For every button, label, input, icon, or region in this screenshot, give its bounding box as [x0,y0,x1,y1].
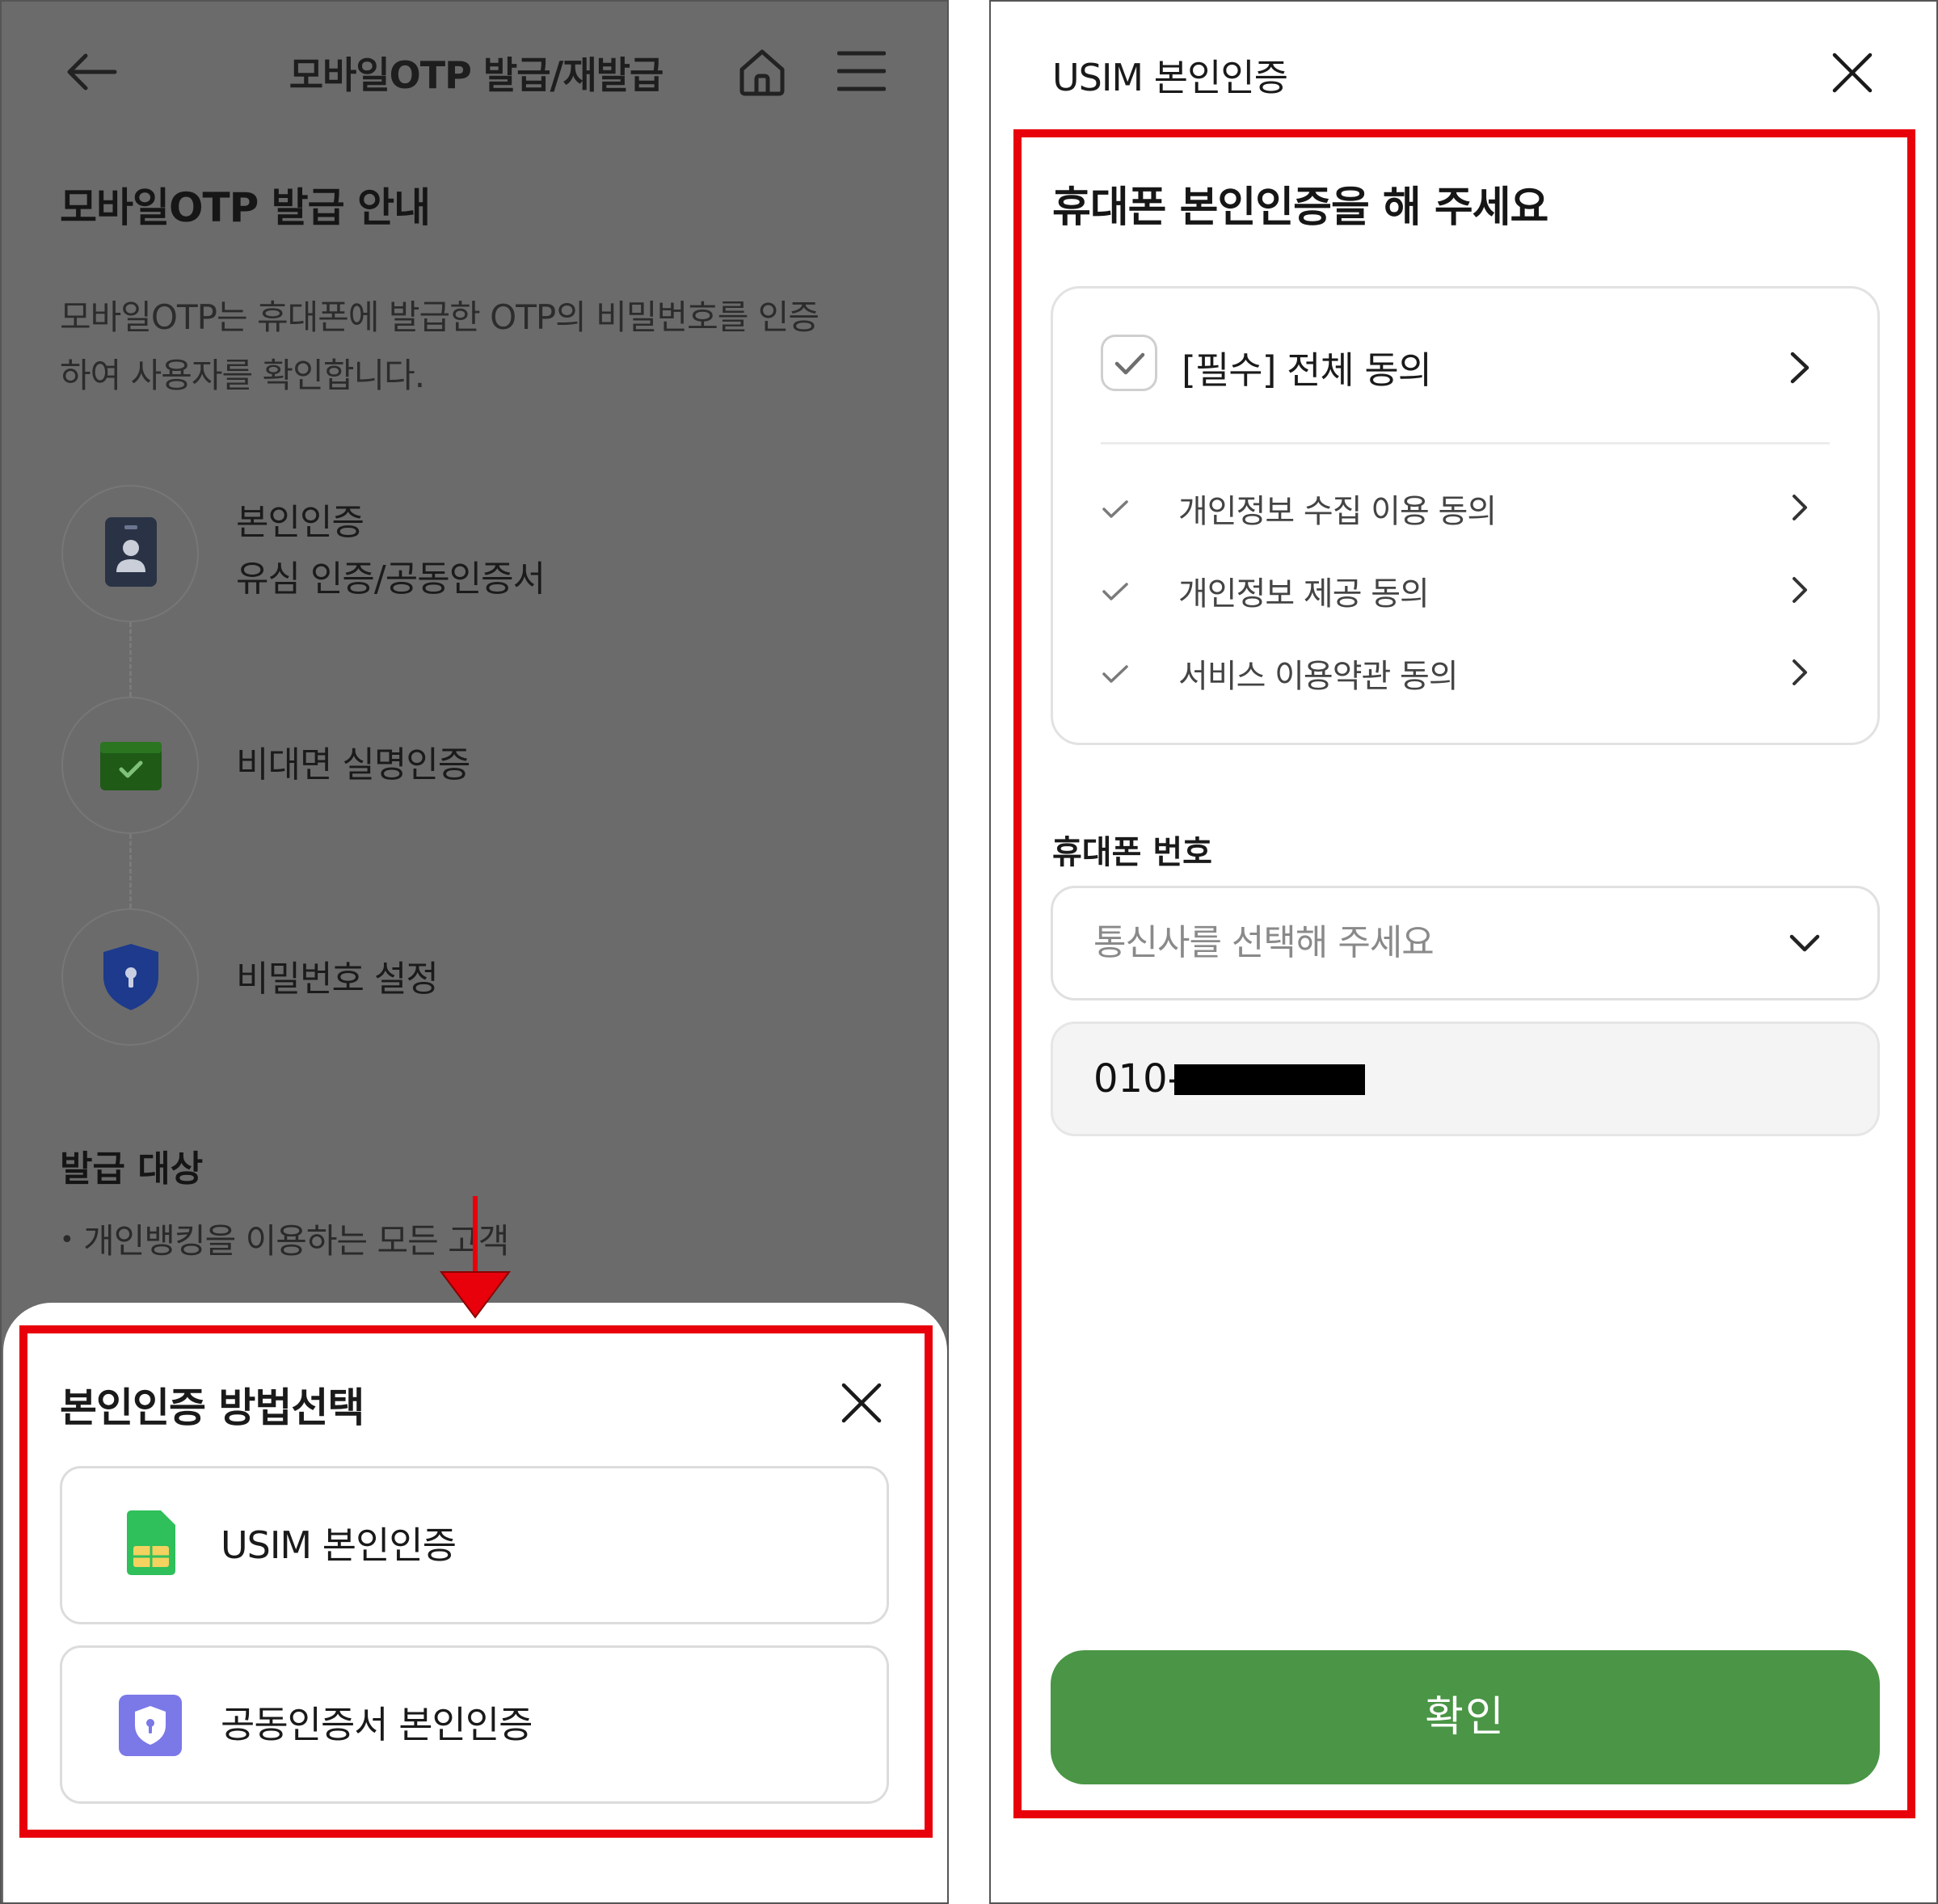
step-identity [61,485,199,622]
auth-heading: 휴대폰 본인인증을 해 주세요 [1052,183,1548,232]
annotation-arrow-icon [440,1196,511,1319]
phone-number-input[interactable]: 010- [1051,1022,1880,1136]
intro-line-2: 하여 사용자를 확인합니다. [60,356,425,395]
agree-item-label: 개인정보 제공 동의 [1178,575,1430,613]
bullet-dot: • [60,1226,74,1254]
agreement-divider [1101,442,1830,444]
page-title: 모바일OTP 발급/재발급 [289,53,664,97]
agree-item-terms[interactable]: 서비스 이용약관 동의 [1096,643,1831,700]
agree-item-label: 개인정보 수집 이용 동의 [1178,493,1497,530]
chevron-down-icon [1789,934,1820,952]
step-connector [129,834,132,908]
sheet-title: 본인인증 방법선택 [60,1384,364,1431]
step-realname-label: 비대면 실명인증 [236,744,470,786]
usim-page-title: USIM 본인인증 [1052,56,1288,99]
verified-card-icon [100,742,162,790]
home-icon[interactable] [735,45,789,99]
step-identity-sub: 유심 인증/공동인증서 [236,558,546,600]
step-password [61,908,199,1046]
usim-card-icon [127,1510,175,1575]
agree-all-checkbox[interactable] [1101,335,1157,391]
agree-item-privacy-provide[interactable]: 개인정보 제공 동의 [1096,561,1831,617]
certificate-auth-label: 공동인증서 본인인증 [221,1703,533,1746]
check-icon [1102,583,1128,600]
usim-auth-label: USIM 본인인증 [221,1523,457,1567]
chevron-right-icon[interactable] [1791,493,1809,522]
chevron-right-icon[interactable] [1791,575,1809,604]
agree-all-label: [필수] 전체 동의 [1182,348,1432,392]
agree-item-label: 서비스 이용약관 동의 [1178,658,1459,695]
left-screen: 모바일OTP 발급/재발급 모바일OTP 발급 안내 모바일OTP는 휴대폰에 … [0,0,949,1904]
check-icon [1114,352,1145,375]
check-icon [1102,665,1128,683]
certificate-auth-option[interactable]: 공동인증서 본인인증 [60,1645,889,1804]
step-connector [129,622,132,697]
carrier-placeholder: 통신사를 선택해 주세요 [1093,922,1435,963]
close-icon[interactable] [1831,52,1873,94]
menu-icon[interactable] [837,50,886,92]
redaction-mask [1174,1064,1365,1095]
intro-line-1: 모바일OTP는 휴대폰에 발급한 OTP의 비밀번호를 인증 [60,297,819,337]
certificate-shield-icon [119,1695,182,1756]
phone-label: 휴대폰 번호 [1052,834,1212,871]
intro-title: 모바일OTP 발급 안내 [60,184,431,231]
right-screen: USIM 본인인증 휴대폰 본인인증을 해 주세요 [필수] 전체 동의 개인정… [989,0,1938,1904]
step-realname [61,697,199,834]
target-title: 발급 대상 [60,1148,204,1190]
confirm-button[interactable]: 확인 [1051,1650,1880,1784]
usim-auth-option[interactable]: USIM 본인인증 [60,1466,889,1624]
chevron-right-icon[interactable] [1789,351,1810,385]
agree-item-privacy-collect[interactable]: 개인정보 수집 이용 동의 [1096,478,1831,535]
id-badge-icon [105,517,157,587]
chevron-right-icon[interactable] [1791,658,1809,687]
step-identity-text: 본인인증 유심 인증/공동인증서 [236,495,546,608]
shield-lock-icon [103,944,158,1010]
check-icon [1102,500,1128,518]
step-password-label: 비밀번호 설정 [236,958,439,1000]
phone-prefix: 010- [1093,1056,1182,1102]
close-icon[interactable] [841,1382,883,1424]
step-identity-label: 본인인증 [236,502,364,543]
carrier-select[interactable]: 통신사를 선택해 주세요 [1051,886,1880,1000]
intro-description: 모바일OTP는 휴대폰에 발급한 OTP의 비밀번호를 인증 하여 사용자를 확… [60,289,884,405]
